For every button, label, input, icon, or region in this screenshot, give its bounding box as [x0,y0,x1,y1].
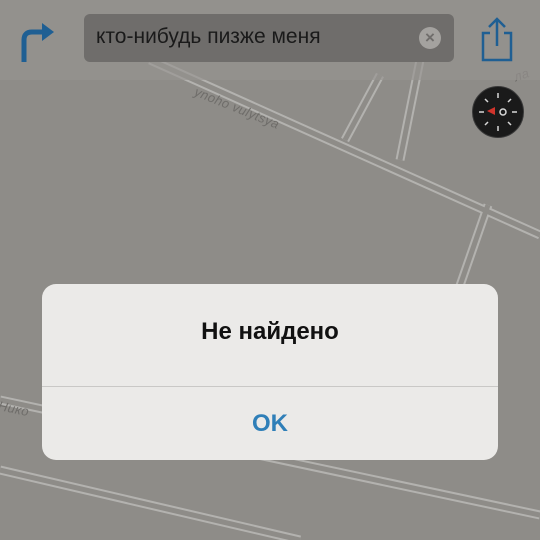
alert-dialog: Не найдено OK [42,284,498,460]
search-field[interactable]: кто-нибудь пизже меня × [84,14,454,62]
clear-search-button[interactable]: × [419,27,441,49]
close-icon: × [425,28,435,47]
alert-title: Не найдено [201,318,339,345]
search-input[interactable]: кто-нибудь пизже меня [96,25,321,49]
directions-button[interactable] [18,20,58,63]
turn-right-arrow-icon [21,23,54,63]
ok-button[interactable]: OK [42,387,498,460]
compass-icon [479,93,517,131]
compass-button[interactable] [472,86,524,138]
share-icon [481,17,513,62]
ok-button-label: OK [252,410,288,437]
top-bar: кто-нибудь пизже меня × [0,0,540,80]
share-button[interactable] [479,16,515,62]
